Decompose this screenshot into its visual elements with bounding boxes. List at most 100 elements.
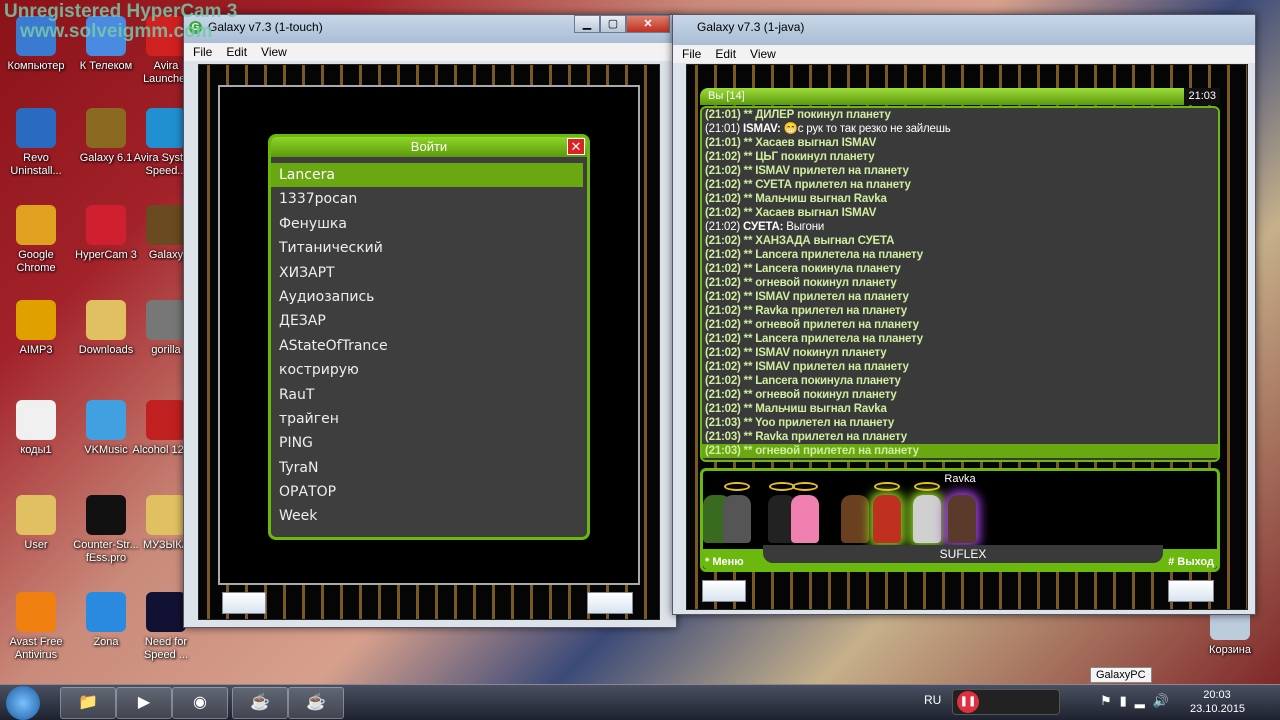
login-title: Войти [410, 139, 448, 154]
desktop-icon[interactable]: Revo Uninstall... [0, 108, 72, 178]
chat-header: Вы [14] 21:03 [700, 88, 1220, 105]
app-icon [86, 205, 126, 245]
login-account-item[interactable]: ХИЗАРТ [271, 261, 583, 285]
app-icon [16, 205, 56, 245]
player-avatar[interactable] [913, 495, 941, 543]
login-account-item[interactable]: Аудиозапись [271, 285, 583, 309]
desktop-icon[interactable]: AIMP3 [0, 300, 72, 357]
player-name-bar: SUFLEX [763, 545, 1163, 563]
chat-line: (21:02) ** СУЕТА прилетел на планету [705, 179, 911, 191]
taskbar-explorer[interactable]: 📁 [60, 687, 116, 719]
chat-line: (21:02) ** огневой прилетел на планету [705, 319, 919, 331]
halo-icon [792, 482, 818, 491]
desktop-icon[interactable]: User [0, 495, 72, 552]
desktop-icon[interactable]: Компьютер [0, 16, 72, 73]
chat-line: (21:02) СУЕТА: Выгони [705, 221, 825, 233]
login-account-item[interactable]: RauT [271, 383, 583, 407]
menu-edit[interactable]: Edit [715, 45, 736, 63]
tray-icons[interactable]: ⚑▮▂🔊 [1100, 693, 1177, 709]
app-icon [86, 592, 126, 632]
menu-file[interactable]: File [193, 43, 212, 61]
login-account-item[interactable]: трайген [271, 407, 583, 431]
login-account-item[interactable]: TyraN [271, 456, 583, 480]
login-account-item[interactable]: ОРАТОР [271, 480, 583, 504]
menu-edit[interactable]: Edit [226, 43, 247, 61]
chat-line: (21:02) ** Lancera прилетела на планету [705, 249, 923, 261]
player-avatar[interactable] [723, 495, 751, 543]
chat-line: (21:03) ** Yoo прилетел на планету [705, 417, 895, 429]
chat-line: (21:02) ** Lancera прилетела на планету [705, 333, 923, 345]
menu-softkey[interactable]: * Меню [705, 556, 744, 568]
close-button[interactable]: ✕ [626, 15, 670, 33]
exit-softkey[interactable]: # Выход [1168, 556, 1214, 568]
login-account-item[interactable]: Титанический [271, 236, 583, 260]
player-avatar[interactable] [873, 495, 901, 543]
chat-line: (21:02) ** огневой покинул планету [705, 389, 897, 401]
desktop-icon[interactable]: Avast Free Antivirus [0, 592, 72, 662]
chat-line: (21:02) ** Ravka прилетел на планету [705, 305, 907, 317]
minimize-button[interactable]: ▁ [574, 15, 600, 33]
chat-line: (21:01) ** ДИЛЕР покинул планету [705, 109, 891, 121]
chat-line: (21:02) ** Мальчиш выгнал Ravka [705, 403, 887, 415]
login-account-item[interactable]: кострирую [271, 358, 583, 382]
start-button[interactable] [6, 686, 40, 720]
planet-avatars: Ravka SUFLEX * Меню # Выход [700, 468, 1220, 572]
taskbar-java-1[interactable]: ☕ [232, 687, 288, 719]
app-icon [16, 592, 56, 632]
login-account-item[interactable]: AStateOfTrance [271, 334, 583, 358]
login-account-item[interactable]: Lancera [271, 163, 583, 188]
menu-view[interactable]: View [750, 45, 776, 63]
taskbar: 📁 ▶ ◉ ☕ ☕ RU ❚❚ ⚑▮▂🔊 20:03 23.10.2015 [0, 684, 1280, 720]
language-indicator[interactable]: RU [924, 693, 941, 707]
chat-line: (21:02) ** огневой покинул планету [705, 277, 897, 289]
taskbar-media-player[interactable]: ▶ [116, 687, 172, 719]
right-soft-button[interactable] [587, 592, 633, 614]
app-icon [146, 205, 186, 245]
chat-line: (21:02) ** ISMAV прилетел на планету [705, 361, 909, 373]
menu-file[interactable]: File [682, 45, 701, 63]
login-dialog: Войти ✕ Lancera 1337pocan Фенушка Титаническ… [268, 134, 590, 540]
player-avatar[interactable] [948, 495, 976, 543]
right-soft-button[interactable] [1168, 580, 1214, 602]
player-avatar[interactable] [791, 495, 819, 543]
halo-icon [874, 482, 900, 491]
desktop-icon[interactable]: Google Chrome [0, 205, 72, 275]
menu-view[interactable]: View [261, 43, 287, 61]
login-account-item[interactable]: Week [271, 504, 583, 528]
chat-time: 21:03 [1184, 88, 1220, 105]
login-account-item[interactable]: 1337pocan [271, 187, 583, 211]
clock[interactable]: 20:03 23.10.2015 [1190, 688, 1245, 716]
chat-line: (21:01) ISMAV: 😁с рук то так резко не за… [705, 123, 951, 135]
title-bar[interactable]: G Galaxy v7.3 (1-touch) ▁ ▢ ✕ [184, 15, 676, 43]
app-icon [86, 16, 126, 56]
app-icon [146, 495, 186, 535]
login-account-item[interactable]: ДЕЗАР [271, 309, 583, 333]
maximize-button[interactable]: ▢ [600, 15, 626, 33]
desktop-icon[interactable]: коды1 [0, 400, 72, 457]
taskbar-chrome[interactable]: ◉ [172, 687, 228, 719]
pause-icon[interactable]: ❚❚ [957, 691, 979, 713]
chat-line: (21:02) ** ЦЬГ покинул планету [705, 151, 875, 163]
taskbar-java-2[interactable]: ☕ [288, 687, 344, 719]
app-icon [86, 400, 126, 440]
app-icon [16, 300, 56, 340]
title-bar[interactable]: Galaxy v7.3 (1-java) [673, 15, 1255, 45]
close-icon[interactable]: ✕ [567, 138, 585, 155]
app-icon [16, 16, 56, 56]
chat-log[interactable]: (21:01) ** ДИЛЕР покинул планету (21:01) … [700, 106, 1220, 462]
chat-line: (21:01) ** Хасаев выгнал ISMAV [705, 137, 877, 149]
left-soft-button[interactable] [702, 580, 746, 602]
login-account-item[interactable]: Фенушка [271, 212, 583, 236]
hypercam-controls[interactable]: ❚❚ [952, 689, 1060, 715]
app-icon [16, 400, 56, 440]
app-icon [146, 300, 186, 340]
chat-line: (21:02) ** Lancera покинула планету [705, 375, 901, 387]
halo-icon [914, 482, 940, 491]
login-account-item[interactable]: PING [271, 431, 583, 455]
chat-line: (21:02) ** Хасаев выгнал ISMAV [705, 207, 877, 219]
chat-line: (21:03) ** Ravka прилетел на планету [705, 431, 907, 443]
player-avatar[interactable] [841, 495, 869, 543]
left-soft-button[interactable] [222, 592, 266, 614]
chat-line: (21:02) ** Lancera покинула планету [705, 263, 901, 275]
app-icon [86, 300, 126, 340]
